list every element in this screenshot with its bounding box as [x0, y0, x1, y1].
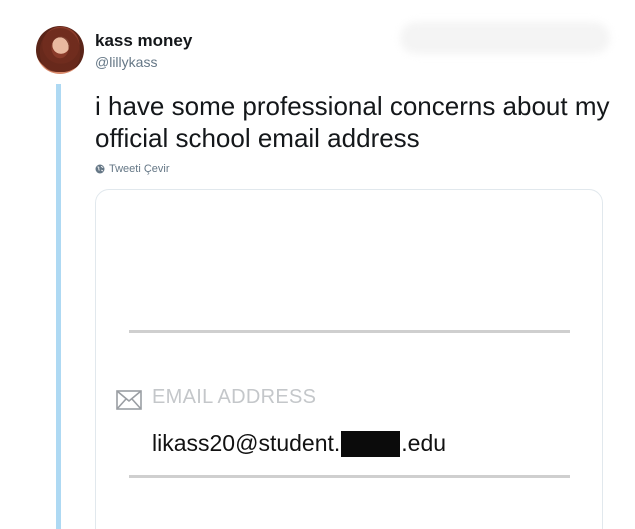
- field-divider-top: [129, 330, 570, 333]
- redaction-bar: [341, 430, 401, 457]
- media-card[interactable]: EMAIL ADDRESS likass20@student. .edu: [95, 189, 603, 529]
- tweet-text: i have some professional concerns about …: [95, 91, 610, 153]
- email-field-label: EMAIL ADDRESS: [152, 386, 317, 408]
- avatar[interactable]: [36, 26, 84, 74]
- email-field-value: likass20@student. .edu: [152, 430, 446, 457]
- field-divider-bottom: [129, 475, 570, 478]
- avatar-image: [40, 28, 80, 72]
- translate-tweet-link[interactable]: Tweeti Çevir: [95, 163, 170, 175]
- author-name[interactable]: kass money: [95, 31, 192, 51]
- envelope-icon: [116, 390, 142, 410]
- thread-line: [56, 84, 61, 529]
- tweet-page: kass money @lillykass i have some profes…: [0, 0, 635, 529]
- email-suffix: .edu: [401, 430, 447, 456]
- email-prefix: likass20@student.: [152, 430, 341, 456]
- blurred-region: [400, 22, 610, 54]
- translate-label: Tweeti Çevir: [109, 163, 170, 175]
- author-handle[interactable]: @lillykass: [95, 54, 157, 70]
- globe-icon: [95, 164, 105, 174]
